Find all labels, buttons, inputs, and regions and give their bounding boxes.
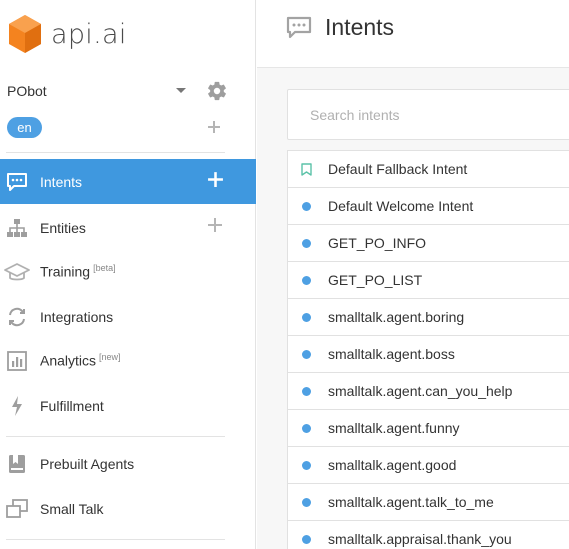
sidebar-divider (6, 539, 225, 540)
intent-row[interactable]: Default Fallback Intent (288, 151, 569, 188)
intent-row[interactable]: smalltalk.agent.funny (288, 410, 569, 447)
sidebar-item-integrations[interactable]: Integrations (0, 294, 256, 339)
sidebar-item-label: Analytics [new] (40, 352, 121, 369)
intent-row[interactable]: smalltalk.agent.boss (288, 336, 569, 373)
bookmark-outline-icon (301, 163, 312, 181)
logo-text: api.ai (51, 18, 127, 50)
chevron-down-icon[interactable] (176, 88, 186, 93)
language-badge[interactable]: en (7, 117, 42, 138)
sidebar-item-label-text: Analytics (40, 352, 97, 369)
intent-row[interactable]: smalltalk.agent.can_you_help (288, 373, 569, 410)
sidebar-item-label: Integrations (40, 308, 114, 325)
chat-windows-icon (6, 498, 28, 520)
new-badge: [new] (99, 352, 121, 363)
sidebar-item-small-talk[interactable]: Small Talk (0, 486, 256, 531)
intent-row[interactable]: Default Welcome Intent (288, 188, 569, 225)
status-dot (302, 387, 311, 396)
hierarchy-icon (6, 217, 28, 239)
status-dot (302, 498, 311, 507)
add-language-plus-icon[interactable] (206, 119, 222, 140)
gear-icon[interactable] (206, 80, 228, 107)
sidebar-divider (6, 152, 225, 153)
agent-selector[interactable]: PObot (7, 80, 232, 102)
intent-list: Default Fallback Intent Default Welcome I… (287, 150, 569, 549)
intent-row[interactable]: GET_PO_INFO (288, 225, 569, 262)
sidebar-item-label-text: Training (40, 263, 91, 280)
intent-name: smalltalk.agent.can_you_help (328, 383, 513, 399)
intent-row[interactable]: smalltalk.agent.good (288, 447, 569, 484)
sidebar-item-fulfillment[interactable]: Fulfillment (0, 383, 256, 428)
status-dot (302, 313, 311, 322)
status-dot (302, 535, 311, 544)
refresh-icon (6, 306, 28, 328)
status-dot (302, 424, 311, 433)
sidebar: api.ai PObot en Intents Entities Trainin… (0, 0, 256, 549)
status-dot (302, 276, 311, 285)
intent-row[interactable]: smalltalk.agent.boring (288, 299, 569, 336)
main-content: Intents Default Fallback Intent Default W… (257, 0, 569, 549)
bookmark-icon (6, 453, 28, 475)
intent-name: smalltalk.agent.boring (328, 309, 465, 325)
graduation-cap-icon (4, 261, 30, 283)
intent-name: GET_PO_LIST (328, 272, 423, 288)
sidebar-item-label: Fulfillment (40, 397, 104, 414)
api-ai-logo-icon (8, 14, 42, 54)
add-entity-plus-icon[interactable] (207, 217, 223, 238)
intent-name: smalltalk.agent.good (328, 457, 457, 473)
agent-name: PObot (7, 83, 47, 99)
intent-name: GET_PO_INFO (328, 235, 427, 251)
sidebar-item-prebuilt-agents[interactable]: Prebuilt Agents (0, 441, 256, 486)
status-dot (302, 461, 311, 470)
sidebar-item-label: Intents (40, 173, 83, 190)
status-dot (302, 202, 311, 211)
sidebar-divider (6, 436, 225, 437)
intent-row[interactable]: smalltalk.appraisal.thank_you (288, 521, 569, 549)
intent-name: smalltalk.appraisal.thank_you (328, 531, 512, 547)
sidebar-item-intents[interactable]: Intents (0, 159, 256, 204)
beta-badge: [beta] (93, 263, 116, 274)
sidebar-item-label: Small Talk (40, 500, 104, 517)
intent-name: smalltalk.agent.funny (328, 420, 460, 436)
chat-icon (286, 16, 312, 45)
page-title: Intents (325, 14, 395, 40)
page-header: Intents (257, 0, 569, 68)
lightning-icon (6, 395, 28, 417)
logo[interactable]: api.ai (8, 12, 127, 56)
status-dot (302, 239, 311, 248)
search-input[interactable] (310, 105, 569, 125)
intent-name: smalltalk.agent.talk_to_me (328, 494, 494, 510)
intent-row[interactable]: GET_PO_LIST (288, 262, 569, 299)
add-intent-plus-icon[interactable] (207, 171, 224, 193)
sidebar-item-analytics[interactable]: Analytics [new] (0, 338, 256, 383)
chat-icon (6, 171, 28, 193)
sidebar-item-label: Prebuilt Agents (40, 455, 135, 472)
intent-name: Default Fallback Intent (328, 161, 468, 177)
bar-chart-icon (6, 350, 28, 372)
sidebar-item-entities[interactable]: Entities (0, 205, 256, 250)
search-box (287, 89, 569, 140)
intent-row[interactable]: smalltalk.agent.talk_to_me (288, 484, 569, 521)
sidebar-item-label: Entities (40, 219, 86, 236)
status-dot (302, 350, 311, 359)
language-row: en (7, 117, 232, 139)
intent-name: Default Welcome Intent (328, 198, 474, 214)
intent-name: smalltalk.agent.boss (328, 346, 455, 362)
sidebar-item-training[interactable]: Training [beta] (0, 249, 256, 294)
sidebar-item-label: Training [beta] (40, 263, 116, 280)
